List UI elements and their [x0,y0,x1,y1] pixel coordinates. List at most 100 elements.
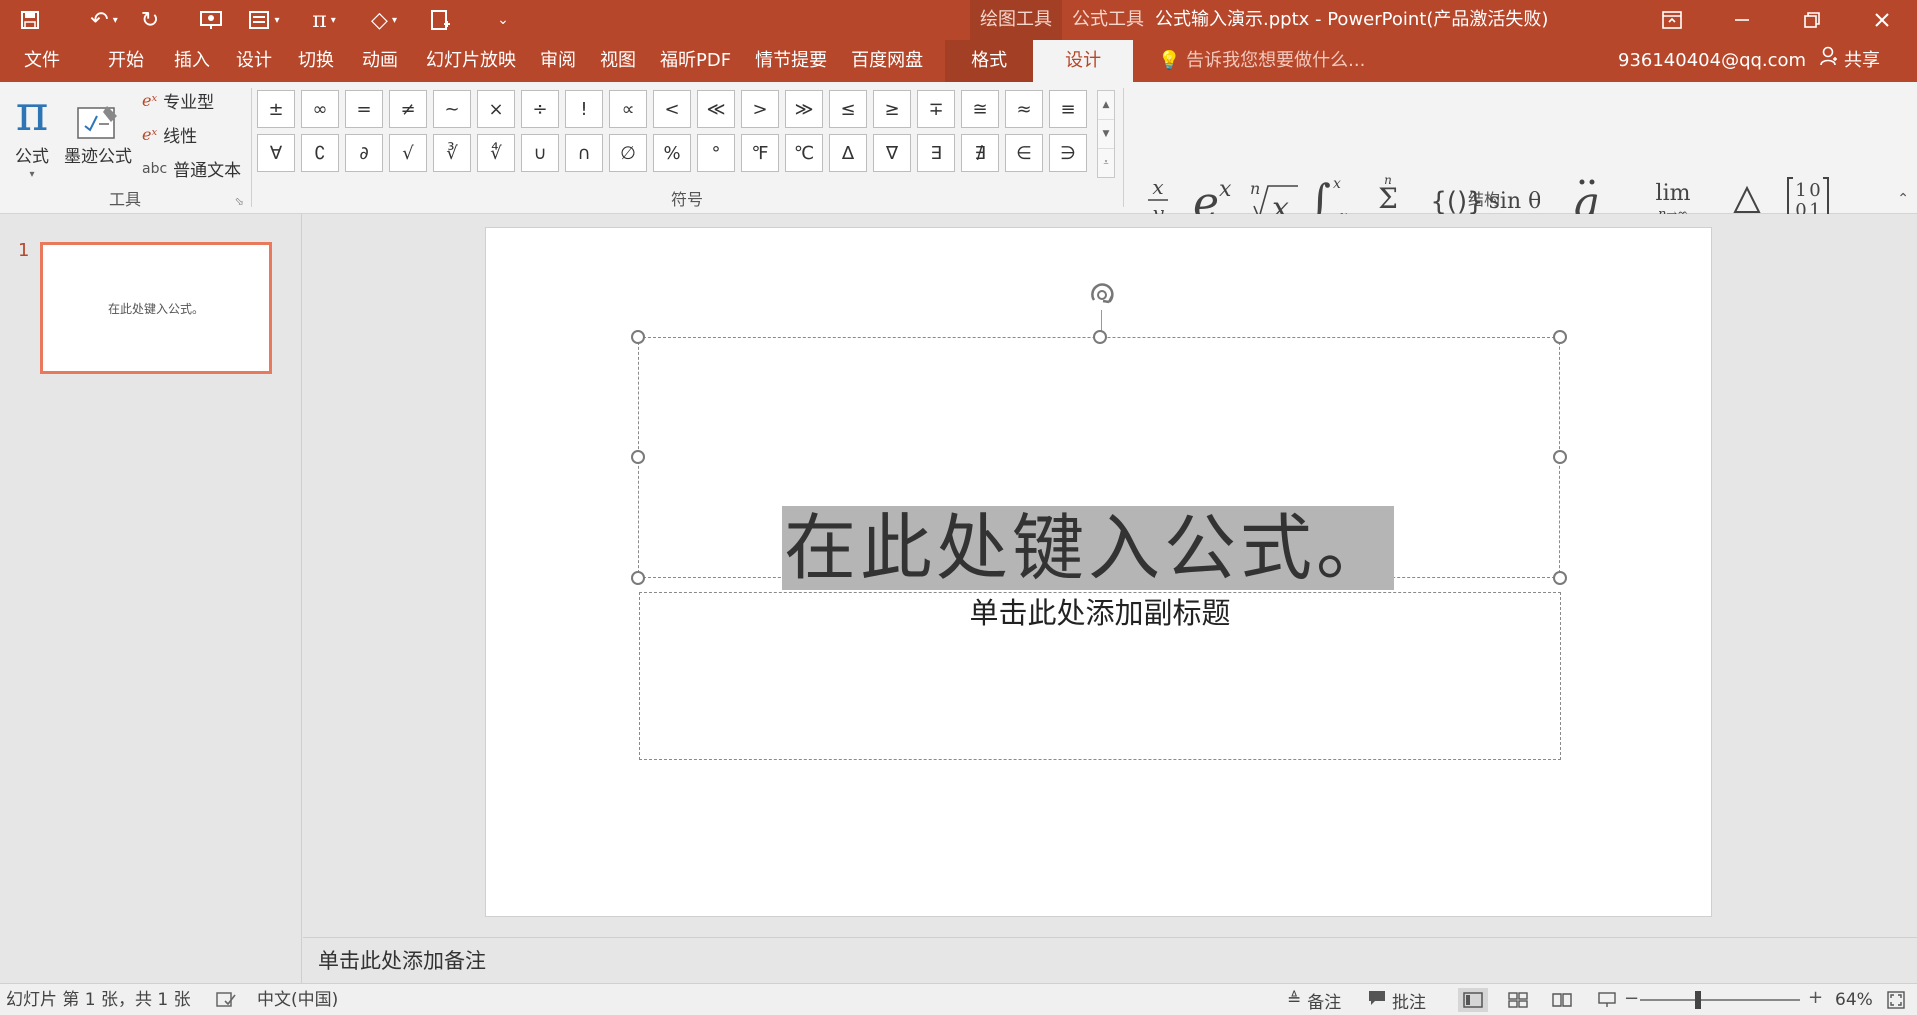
tab-design[interactable]: 设计 [222,40,286,82]
ink-equation-button[interactable]: 墨迹公式 [62,86,134,167]
symbol-button[interactable]: ± [257,90,295,128]
tab-home[interactable]: 开始 [84,40,162,82]
symbol-button[interactable]: √ [389,134,427,172]
symbol-button[interactable]: ∛ [433,134,471,172]
symbol-button[interactable]: ℉ [741,134,779,172]
gallery-more-icon[interactable]: ⩡ [1098,149,1114,177]
resize-handle[interactable] [1093,330,1107,344]
subtitle-placeholder[interactable]: 单击此处添加副标题 [640,593,1560,633]
symbol-button[interactable]: ∋ [1049,134,1087,172]
account-email[interactable]: 936140404@qq.com [1618,40,1806,82]
slide-sorter-icon[interactable] [1503,988,1533,1012]
fit-to-window-icon[interactable] [1886,990,1906,1015]
symbol-button[interactable]: = [345,90,383,128]
symbol-button[interactable]: ∝ [609,90,647,128]
resize-handle[interactable] [1553,571,1567,585]
undo-icon[interactable]: ↶ ▾ [78,0,130,40]
tab-animations[interactable]: 动画 [346,40,414,82]
symbol-button[interactable]: > [741,90,779,128]
tab-equation-design[interactable]: 设计 [1033,40,1134,82]
scroll-down-icon[interactable]: ▼ [1098,120,1114,149]
tab-foxit-pdf[interactable]: 福昕PDF [648,40,743,82]
tab-slideshow[interactable]: 幻灯片放映 [414,40,528,82]
tab-transitions[interactable]: 切换 [286,40,346,82]
symbol-button[interactable]: ≠ [389,90,427,128]
redo-icon[interactable]: ↻ [130,0,170,40]
tab-review[interactable]: 审阅 [528,40,588,82]
tab-format[interactable]: 格式 [945,40,1034,82]
restore-icon[interactable] [1777,0,1847,40]
customize-qat-icon[interactable]: ⌄ [488,0,518,40]
rotate-handle-icon[interactable] [1085,278,1119,312]
symbol-button[interactable]: ≈ [1005,90,1043,128]
pi-icon[interactable]: π ▾ [294,0,354,40]
symbol-button[interactable]: ≤ [829,90,867,128]
linear-button[interactable]: eˣ 线性 [142,122,197,147]
slide-thumbnail[interactable]: 在此处键入公式。 [40,242,272,374]
symbol-button[interactable]: ∄ [961,134,999,172]
share-button[interactable]: 共享 [1820,40,1880,82]
symbol-button[interactable]: ∆ [829,134,867,172]
symbol-button[interactable]: ∅ [609,134,647,172]
spell-check-icon[interactable] [216,984,236,1015]
new-slide-icon[interactable] [414,0,466,40]
language[interactable]: 中文(中国) [257,984,338,1015]
symbol-button[interactable]: ~ [433,90,471,128]
equation-input[interactable]: 在此处键入公式。 [782,506,1395,590]
symbol-button[interactable]: ∩ [565,134,603,172]
tab-file[interactable]: 文件 [0,40,84,82]
symbol-button[interactable]: ∀ [257,134,295,172]
symbol-button[interactable]: ÷ [521,90,559,128]
resize-handle[interactable] [1553,330,1567,344]
save-icon[interactable] [0,0,60,40]
minimize-icon[interactable] [1707,0,1777,40]
symbol-button[interactable]: ∇ [873,134,911,172]
scroll-up-icon[interactable]: ▲ [1098,91,1114,120]
slide-canvas[interactable]: 在此处键入公式。 单击此处添加副标题 [485,227,1712,917]
zoom-level[interactable]: 64% [1835,984,1873,1015]
tab-baidu-netdisk[interactable]: 百度网盘 [839,40,935,82]
symbol-button[interactable]: ° [697,134,735,172]
symbol-button[interactable]: ≫ [785,90,823,128]
symbol-button[interactable]: ∂ [345,134,383,172]
resize-handle[interactable] [1553,450,1567,464]
symbol-button[interactable]: ∓ [917,90,955,128]
symbol-button[interactable]: ∜ [477,134,515,172]
resize-handle[interactable] [631,571,645,585]
symbol-button[interactable]: ≡ [1049,90,1087,128]
zoom-slider-thumb[interactable] [1695,991,1701,1009]
from-beginning-icon[interactable] [188,0,234,40]
subtitle-placeholder-box[interactable]: 单击此处添加副标题 [639,592,1561,760]
symbol-button[interactable]: ∃ [917,134,955,172]
normal-text-button[interactable]: abc 普通文本 [142,156,241,182]
symbol-button[interactable]: ∞ [301,90,339,128]
tell-me-search[interactable]: 💡 告诉我您想要做什么... [1158,40,1365,82]
symbol-button[interactable]: ℃ [785,134,823,172]
resize-handle[interactable] [631,330,645,344]
symbol-button[interactable]: ∈ [1005,134,1043,172]
symbol-button[interactable]: ∁ [301,134,339,172]
tab-view[interactable]: 视图 [588,40,648,82]
symbol-button[interactable]: < [653,90,691,128]
notes-pane[interactable]: 单击此处添加备注 [303,937,1917,983]
shapes-icon[interactable]: ◇ ▾ [354,0,414,40]
symbol-button[interactable]: ∪ [521,134,559,172]
zoom-slider-track[interactable] [1640,999,1800,1001]
ribbon-display-options-icon[interactable] [1637,0,1707,40]
symbol-button[interactable]: ! [565,90,603,128]
resize-handle[interactable] [631,450,645,464]
symbol-button[interactable]: ≅ [961,90,999,128]
collapse-ribbon-icon[interactable]: ⌃ [1897,191,1909,207]
normal-view-icon[interactable] [1458,988,1488,1012]
tab-storyboard[interactable]: 情节提要 [743,40,839,82]
tab-insert[interactable]: 插入 [162,40,222,82]
professional-button[interactable]: eˣ 专业型 [142,88,214,113]
slideshow-view-icon[interactable] [1592,988,1622,1012]
symbol-button[interactable]: × [477,90,515,128]
notes-placeholder[interactable]: 单击此处添加备注 [318,938,486,984]
notes-toggle-button[interactable]: ≜ 备注 [1287,984,1341,1015]
comments-toggle-button[interactable]: 批注 [1368,984,1426,1015]
close-icon[interactable] [1847,0,1917,40]
symbol-button[interactable]: % [653,134,691,172]
zoom-out-icon[interactable]: − [1624,988,1639,1009]
